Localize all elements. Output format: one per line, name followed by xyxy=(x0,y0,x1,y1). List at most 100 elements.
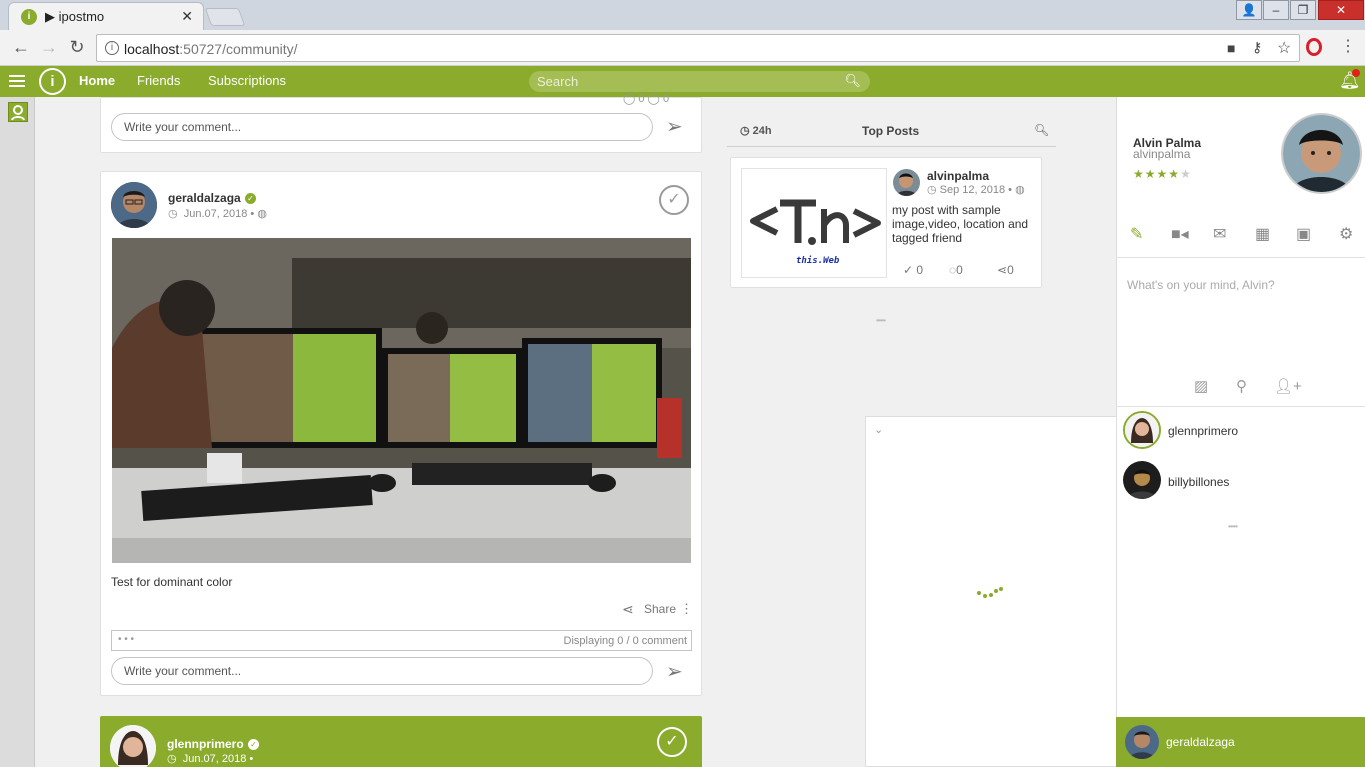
forward-icon[interactable]: → xyxy=(38,37,60,58)
back-icon[interactable]: ← xyxy=(10,37,32,58)
search-input[interactable] xyxy=(537,73,837,90)
top-post-shares[interactable]: ⋖0 xyxy=(997,263,1014,277)
verified-icon: ✓ xyxy=(248,739,259,750)
top-posts-period[interactable]: ◷ 24h xyxy=(740,124,772,137)
send-icon[interactable]: ➢ xyxy=(666,114,683,139)
top-post-text: my post with sample image,video, locatio… xyxy=(892,203,1029,245)
share-icon: ⋖ xyxy=(997,263,1008,277)
friend-name: glennprimero xyxy=(1168,424,1239,438)
site-info-icon[interactable]: i xyxy=(105,41,119,55)
top-post-likes[interactable]: ✓ 0 xyxy=(903,263,923,277)
comment-input[interactable]: Write your comment... xyxy=(111,113,653,141)
top-post-item[interactable]: this.Web alvinpalma ◷ Sep 12, 2018 • ◍ m… xyxy=(730,157,1042,288)
tab-title: ipostmo xyxy=(58,9,105,24)
friends-load-more[interactable]: ••••• xyxy=(1228,522,1238,531)
friend-avatar xyxy=(1123,461,1161,499)
profile-avatar[interactable] xyxy=(1281,113,1362,194)
gear-icon[interactable]: ⚙ xyxy=(1339,224,1353,244)
envelope-icon[interactable]: ✉ xyxy=(1213,224,1226,244)
browser-tab[interactable]: i ▶ ipostmo ✕ xyxy=(8,2,204,30)
comments-summary-bar[interactable]: • • • Displaying 0 / 0 comment xyxy=(111,630,692,651)
clock-icon: ◷ xyxy=(167,753,177,765)
next-post-card: glennprimero ✓ ◷ Jun.07, 2018 • ✓ xyxy=(100,716,702,767)
location-pin-icon[interactable]: ⚲ xyxy=(1236,377,1247,395)
window-close-button[interactable]: ✕ xyxy=(1318,0,1364,20)
image-icon[interactable]: ▨ xyxy=(1194,377,1208,395)
post-date: Jun.07, 2018 xyxy=(183,208,248,220)
divider xyxy=(1117,406,1365,407)
search-icon[interactable]: 🔍︎ xyxy=(1034,123,1049,137)
user-profile-rail-icon[interactable] xyxy=(8,102,28,122)
top-post-author[interactable]: alvinpalma xyxy=(927,169,989,183)
post-options-icon[interactable]: ⋮ xyxy=(680,601,693,617)
globe-icon: ◍ xyxy=(257,208,267,220)
star-empty-icon: ★ xyxy=(1180,167,1192,181)
friend-avatar xyxy=(1123,411,1161,449)
url-host: localhost xyxy=(124,41,180,57)
opera-icon[interactable] xyxy=(1306,38,1322,56)
reload-icon[interactable]: ↻ xyxy=(66,37,88,58)
friend-item[interactable]: billybillones xyxy=(1123,461,1363,501)
top-post-date: Sep 12, 2018 xyxy=(939,184,1006,196)
status-composer[interactable]: What's on your mind, Alvin? xyxy=(1127,278,1275,292)
post-author[interactable]: glennprimero xyxy=(167,737,244,751)
post-card: geraldalzaga ✓ ◷ Jun.07, 2018 • ◍ ✓ Test… xyxy=(100,171,702,696)
share-button[interactable]: Share xyxy=(644,602,676,616)
send-icon[interactable]: ➢ xyxy=(666,659,683,684)
key-icon[interactable]: ⚷ xyxy=(1252,39,1262,56)
check-icon: ✓ xyxy=(903,263,914,277)
author-avatar[interactable] xyxy=(110,725,156,767)
globe-icon: ◍ xyxy=(1015,184,1025,196)
audio-playing-icon: ▶ xyxy=(45,9,55,24)
url-field[interactable]: i localhost:50727/community/ ■ ⚷ ☆ xyxy=(96,34,1300,62)
chat-panel: ⌄ xyxy=(865,416,1117,767)
top-post-thumbnail[interactable]: this.Web xyxy=(741,168,887,278)
camera-icon[interactable]: ■ xyxy=(1227,40,1235,56)
address-bar: ← → ↻ i localhost:50727/community/ ■ ⚷ ☆… xyxy=(0,30,1365,66)
mark-post-button[interactable]: ✓ xyxy=(657,727,687,757)
post-author[interactable]: geraldalzaga xyxy=(168,191,241,205)
nav-subscriptions[interactable]: Subscriptions xyxy=(208,73,286,88)
browser-tab-strip: i ▶ ipostmo ✕ 👤 – ❐ ✕ xyxy=(0,0,1365,30)
clock-icon: ◷ xyxy=(927,184,937,196)
mark-post-button[interactable]: ✓ xyxy=(659,185,689,215)
friend-item[interactable]: glennprimero xyxy=(1123,411,1363,451)
clock-icon: ◷ xyxy=(740,125,750,137)
video-icon[interactable]: ■◂ xyxy=(1171,224,1189,244)
nav-friends[interactable]: Friends xyxy=(137,73,180,88)
minimize-button[interactable]: – xyxy=(1263,0,1289,20)
share-icon[interactable]: ⋖ xyxy=(622,601,634,618)
chat-user-name: geraldalzaga xyxy=(1166,735,1235,749)
search-icon[interactable]: 🔍︎ xyxy=(844,73,861,89)
top-post-comments[interactable]: ◌0 xyxy=(949,263,963,277)
loading-spinner xyxy=(977,587,1003,598)
top-posts-load-more[interactable]: ••••• xyxy=(876,316,886,325)
right-sidebar: Alvin Palma alvinpalma ★★★★★ ✎ ■◂ ✉ ▦ ▣ … xyxy=(1116,97,1365,767)
clock-icon: ◷ xyxy=(168,208,178,220)
chat-user-bar[interactable]: geraldalzaga xyxy=(1116,717,1365,767)
ipostmo-logo[interactable]: i xyxy=(39,68,66,95)
top-post-author-avatar[interactable] xyxy=(893,169,920,196)
new-tab-button[interactable] xyxy=(204,8,246,26)
post-counts: ◯ 0 ◯ 0 xyxy=(623,93,670,105)
close-tab-icon[interactable]: ✕ xyxy=(181,8,193,25)
money-icon[interactable]: ▣ xyxy=(1296,224,1311,244)
pencil-icon[interactable]: ✎ xyxy=(1130,224,1143,244)
calendar-icon[interactable]: ▦ xyxy=(1255,224,1270,244)
profile-icon[interactable]: 👤 xyxy=(1236,0,1262,20)
post-image[interactable] xyxy=(112,238,691,563)
maximize-button[interactable]: ❐ xyxy=(1290,0,1316,20)
comments-more-dots[interactable]: • • • xyxy=(118,634,134,645)
add-friend-icon[interactable]: 👤︎+ xyxy=(1274,377,1302,395)
browser-menu-icon[interactable]: ⋮ xyxy=(1340,36,1356,56)
star-filled-icon: ★ xyxy=(1144,167,1157,181)
left-rail xyxy=(0,97,35,767)
profile-username: alvinpalma xyxy=(1133,147,1191,161)
hamburger-menu-icon[interactable] xyxy=(9,72,25,90)
bookmark-star-icon[interactable]: ☆ xyxy=(1277,38,1291,58)
comment-input[interactable]: Write your comment... xyxy=(111,657,653,685)
chevron-down-icon[interactable]: ⌄ xyxy=(874,423,883,436)
nav-home[interactable]: Home xyxy=(79,73,115,88)
app-navbar: i Home Friends Subscriptions 🔍︎ 🔔︎ xyxy=(0,66,1365,97)
author-avatar[interactable] xyxy=(111,182,157,228)
